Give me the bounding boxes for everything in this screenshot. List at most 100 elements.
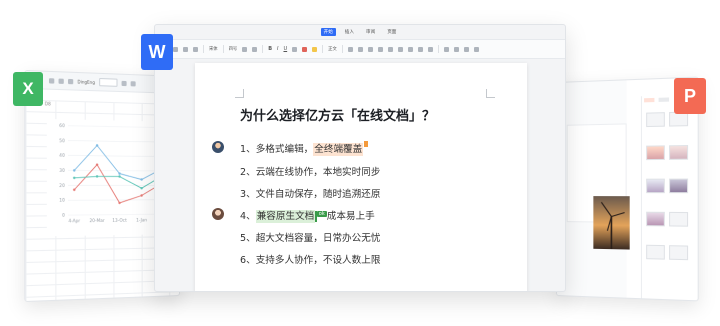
italic-icon[interactable] xyxy=(130,80,136,86)
undo-icon[interactable] xyxy=(48,77,55,84)
windmill-image xyxy=(593,196,630,250)
font-size-select[interactable]: 四号 xyxy=(229,46,238,52)
data-point xyxy=(118,175,121,178)
y-tick-label: 40 xyxy=(59,153,65,158)
document-line: 3、文件自动保存，随时追溯还原 xyxy=(240,189,381,200)
document-line: 2、云端在线协作，本地实时同步 xyxy=(240,167,381,178)
writer-toolbar: 宋体 四号 B I U 正文 xyxy=(155,39,565,59)
strikethrough-icon[interactable] xyxy=(292,46,298,52)
layout-thumb[interactable] xyxy=(646,112,665,128)
data-point xyxy=(140,187,143,190)
writer-app-letter: W xyxy=(148,41,166,62)
font-size-select[interactable] xyxy=(99,77,118,87)
y-tick-label: 50 xyxy=(59,138,65,143)
data-point xyxy=(73,176,76,180)
writer-menu-tabs: 开始 插入 审阅 页面 xyxy=(155,25,565,39)
y-tick-label: 60 xyxy=(59,123,65,128)
font-family-select[interactable]: 宋体 xyxy=(209,46,218,52)
numbered-list-icon[interactable] xyxy=(407,46,413,52)
document-line: 4、兼容原生文档 ok 成本易上手 xyxy=(240,210,375,223)
font-select[interactable]: DingEng xyxy=(77,79,94,85)
data-point xyxy=(118,172,121,175)
y-tick-label: 10 xyxy=(59,198,65,203)
document-line: 1、多格式编辑，全终端覆盖 xyxy=(240,141,369,156)
theme-thumb[interactable] xyxy=(646,178,665,194)
x-tick-label: 20-Mar xyxy=(89,218,104,223)
font-color-icon[interactable] xyxy=(302,46,308,52)
theme-thumb[interactable] xyxy=(669,211,689,227)
theme-thumb[interactable] xyxy=(669,245,689,261)
design-panel xyxy=(640,94,695,301)
x-tick-label: 4-Apr xyxy=(68,218,80,223)
spreadsheet-app-icon: X xyxy=(13,72,43,106)
data-point xyxy=(73,188,76,192)
theme-thumb[interactable] xyxy=(669,178,689,194)
collaborator-avatar[interactable] xyxy=(212,141,224,153)
line-spacing-icon[interactable] xyxy=(387,46,393,52)
format-painter-icon[interactable] xyxy=(193,46,198,52)
spreadsheet-app-letter: X xyxy=(22,79,34,98)
writer-window: 开始 插入 审阅 页面 宋体 四号 B I U 正文 为什么选择亿方云「在线文档… xyxy=(154,24,566,292)
paragraph-style-select[interactable]: 正文 xyxy=(328,46,337,52)
highlighted-text: 兼容原生文档 xyxy=(255,210,316,223)
collaborator-cursor xyxy=(364,141,369,147)
theme-thumb[interactable] xyxy=(646,244,665,260)
panel-tab-layout[interactable] xyxy=(658,97,670,102)
italic-icon[interactable]: I xyxy=(277,46,278,52)
slides-canvas-area xyxy=(556,80,630,298)
slides-app-letter: P xyxy=(683,85,696,106)
indent-icon[interactable] xyxy=(417,46,423,52)
highlighted-text: 全终端覆盖 xyxy=(313,143,364,156)
y-tick-label: 0 xyxy=(62,213,65,218)
data-point xyxy=(140,194,143,197)
y-tick-label: 30 xyxy=(59,168,65,173)
highlight-icon[interactable] xyxy=(312,46,318,52)
undo-icon[interactable] xyxy=(173,46,178,52)
document-line: 5、超大文档容量，日常办公无忧 xyxy=(240,233,381,244)
data-point xyxy=(140,178,143,181)
data-point xyxy=(118,201,121,205)
align-center-icon[interactable] xyxy=(357,46,363,52)
y-tick-label: 20 xyxy=(59,183,65,188)
document-title: 为什么选择亿方云「在线文档」？ xyxy=(240,109,436,124)
underline-icon[interactable]: U xyxy=(283,46,287,52)
bold-icon[interactable] xyxy=(121,80,127,86)
tab-start[interactable]: 开始 xyxy=(320,28,336,36)
slide-preview[interactable] xyxy=(566,123,630,250)
redo-icon[interactable] xyxy=(58,78,64,84)
slides-app-icon: P xyxy=(674,78,706,114)
align-left-icon[interactable] xyxy=(347,46,353,52)
theme-thumb[interactable] xyxy=(646,145,665,161)
panel-tab-design[interactable] xyxy=(644,97,655,103)
writer-app-icon: W xyxy=(141,34,173,70)
x-tick-label: 1-Jan xyxy=(136,217,147,222)
document-line: 6、支持多人协作，不设人数上限 xyxy=(240,255,381,266)
theme-thumb[interactable] xyxy=(646,211,665,227)
data-point xyxy=(95,163,99,166)
bullet-list-icon[interactable] xyxy=(397,46,403,52)
theme-thumb[interactable] xyxy=(669,145,689,160)
redo-icon[interactable] xyxy=(183,46,188,52)
page-corner-mark xyxy=(235,89,244,98)
format-painter-icon[interactable] xyxy=(68,78,74,84)
decrease-font-icon[interactable] xyxy=(252,46,258,52)
tab-page[interactable]: 页面 xyxy=(384,28,399,36)
justify-icon[interactable] xyxy=(377,46,383,52)
outdent-icon[interactable] xyxy=(427,46,433,52)
link-icon[interactable] xyxy=(463,46,469,52)
increase-font-icon[interactable] xyxy=(242,46,248,52)
data-point xyxy=(73,169,76,172)
tab-review[interactable]: 审阅 xyxy=(363,28,378,36)
image-icon[interactable] xyxy=(453,46,459,52)
bold-icon[interactable]: B xyxy=(268,46,272,52)
document-page[interactable]: 为什么选择亿方云「在线文档」？ 1、多格式编辑，全终端覆盖 2、云端在线协作，本… xyxy=(195,63,527,291)
collaborator-avatar[interactable] xyxy=(212,208,224,220)
more-icon[interactable] xyxy=(473,46,479,52)
data-point xyxy=(95,175,99,178)
table-icon[interactable] xyxy=(443,46,449,52)
collaborator-tag: ok xyxy=(316,211,327,217)
page-corner-mark xyxy=(486,89,495,98)
align-right-icon[interactable] xyxy=(367,46,373,52)
tab-insert[interactable]: 插入 xyxy=(342,28,357,36)
x-tick-label: 13-Oct xyxy=(112,218,127,223)
